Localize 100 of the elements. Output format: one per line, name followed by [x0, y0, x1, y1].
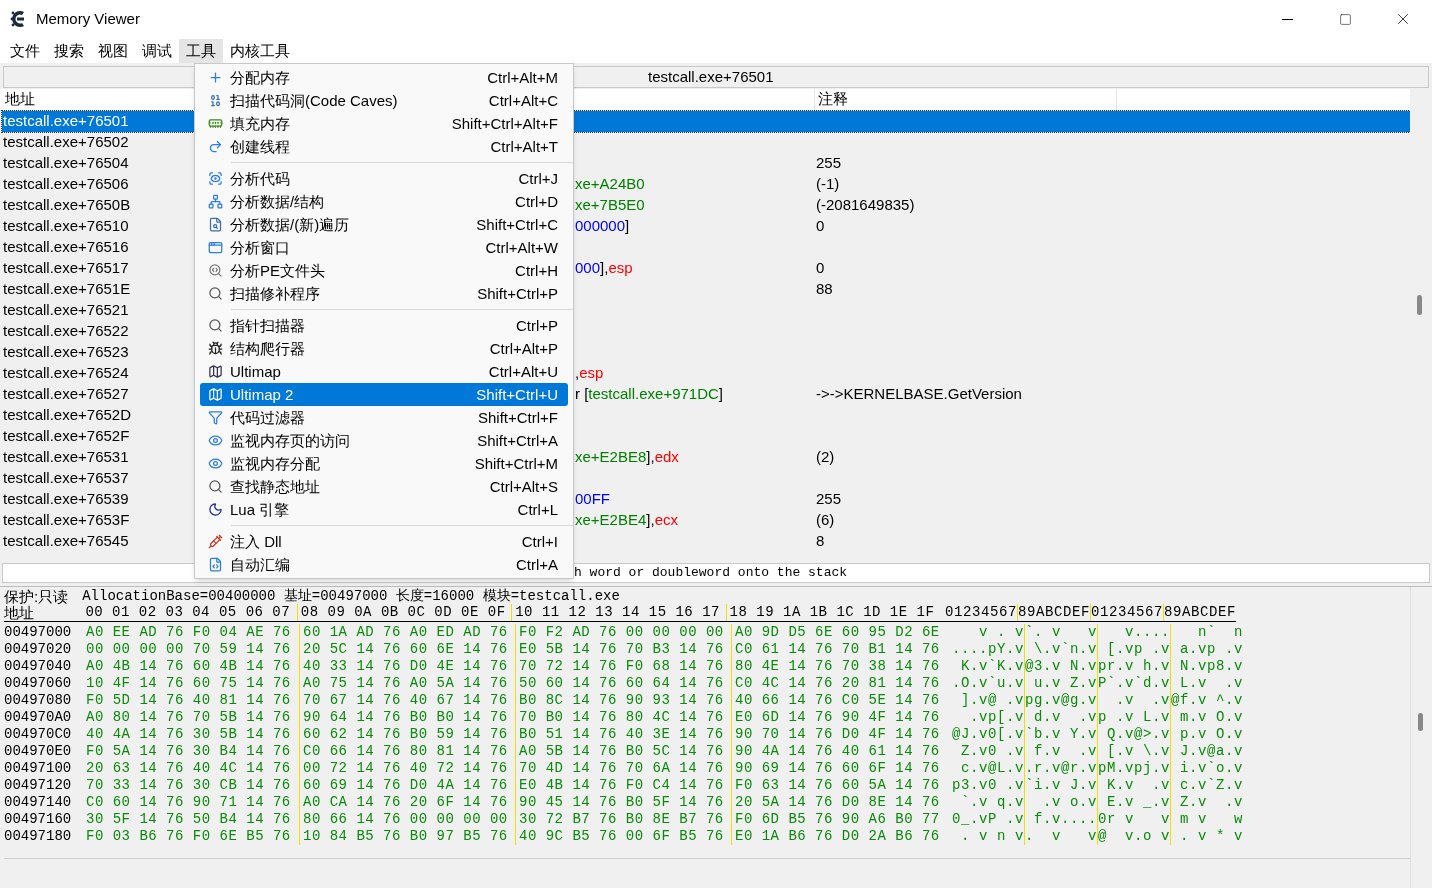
ascii-text: @ v.o v	[1097, 828, 1170, 845]
hex-address: 00497020	[4, 641, 73, 658]
address-cell[interactable]: testcall.exe+76521	[2, 300, 193, 321]
menu-option[interactable]: 分析代码 Ctrl+J	[200, 167, 568, 190]
hex-bytes: F0 63 14 76 60 5A 14 76	[731, 777, 947, 794]
hex-address: 00497120	[4, 777, 73, 794]
hex-bytes: 20 5A 14 76 D0 8E 14 76	[731, 794, 947, 811]
ascii-text: Z.v0 .v	[960, 743, 1024, 760]
hex-bytes: E0 5B 14 76 70 B3 14 76	[515, 641, 731, 658]
hex-bytes: 80 66 14 76 00 00 00 00	[299, 811, 515, 828]
menu-option[interactable]: 扫描修补程序 Shift+Ctrl+P	[200, 282, 568, 305]
hex-bytes: F0 03 B6 76 F0 6E B5 76	[85, 828, 292, 845]
hex-bytes: 40 9C B5 76 00 6F B5 76	[515, 828, 731, 845]
instruction-fragment: 00FF	[575, 489, 610, 510]
ascii-text: c.v@L.v	[960, 760, 1024, 777]
menu-option[interactable]: 创建线程 Ctrl+Alt+T	[200, 135, 568, 158]
menu-item[interactable]: 内核工具	[223, 39, 297, 63]
menu-option[interactable]: 分析PE文件头 Ctrl+H	[200, 259, 568, 282]
shortcut-label: Ctrl+Alt+P	[489, 341, 559, 356]
address-cell[interactable]: testcall.exe+7652F	[2, 426, 193, 447]
menu-item[interactable]: 调试	[135, 39, 179, 63]
address-cell[interactable]: testcall.exe+76537	[2, 468, 193, 489]
address-cell[interactable]: testcall.exe+76506	[2, 174, 193, 195]
hex-bytes: 60 62 14 76 B0 59 14 76	[299, 726, 515, 743]
curved-arrow-icon	[207, 139, 223, 154]
address-cell[interactable]: testcall.exe+76510	[2, 216, 193, 237]
ascii-text: .r.v@r.v	[1024, 760, 1097, 777]
menu-option[interactable]: 扫描代码洞(Code Caves) Ctrl+Alt+C	[200, 89, 568, 112]
menu-item[interactable]: 工具	[179, 39, 223, 63]
ascii-offset-header: 01234567	[1090, 604, 1163, 621]
address-cell[interactable]: testcall.exe+76527	[2, 384, 193, 405]
instruction-fragment: r [	[575, 384, 589, 405]
menu-item[interactable]: 文件	[3, 39, 47, 63]
comment-cell-text: 255	[816, 489, 842, 510]
ascii-text: f.v....	[1024, 811, 1097, 828]
instruction-fragment: esp	[608, 258, 633, 279]
address-cell[interactable]: testcall.exe+7653F	[2, 510, 193, 531]
address-cell[interactable]: testcall.exe+7650B	[2, 195, 193, 216]
hex-address: 00497000	[4, 624, 73, 641]
comment-cell-text: 0	[816, 258, 825, 279]
map-icon	[207, 387, 223, 402]
hex-bytes: A0 75 14 76 A0 5A 14 76	[299, 675, 515, 692]
hex-bytes: F0 F2 AD 76 00 00 00 00	[515, 624, 731, 641]
menu-option[interactable]: Ultimap Ctrl+Alt+U	[200, 360, 568, 383]
menu-option[interactable]: 代码过滤器 Shift+Ctrl+F	[200, 406, 568, 429]
ascii-text: .v .v	[1097, 692, 1170, 709]
address-cell[interactable]: testcall.exe+76545	[2, 531, 193, 552]
address-cell[interactable]: testcall.exe+76522	[2, 321, 193, 342]
address-cell[interactable]: testcall.exe+76516	[2, 237, 193, 258]
menu-option[interactable]: 分析数据/结构 Ctrl+D	[200, 190, 568, 213]
ascii-text: d.v .v	[1024, 709, 1097, 726]
menu-option[interactable]: Lua 引擎 Ctrl+L	[200, 498, 568, 521]
hex-address: 00497180	[4, 828, 73, 845]
shortcut-label: Shift+Ctrl+U	[476, 387, 559, 402]
ascii-text: 0_.vP .v	[951, 811, 1024, 828]
menu-option[interactable]: 填充内存 Shift+Ctrl+Alt+F	[200, 112, 568, 135]
ascii-text: Q.v@>.v	[1097, 726, 1170, 743]
scrollbar-thumb[interactable]	[1418, 713, 1423, 731]
ascii-text: ].v@ .v	[960, 692, 1024, 709]
menu-option[interactable]: 分配内存 Ctrl+Alt+M	[200, 66, 568, 89]
menu-option[interactable]: 指针扫描器 Ctrl+P	[200, 314, 568, 337]
address-cell[interactable]: testcall.exe+76539	[2, 489, 193, 510]
address-cell[interactable]: testcall.exe+76523	[2, 342, 193, 363]
instruction-fragment: esp	[579, 363, 604, 384]
address-cell[interactable]: testcall.exe+76504	[2, 153, 193, 174]
address-cell[interactable]: testcall.exe+76531	[2, 447, 193, 468]
menu-item[interactable]: 视图	[91, 39, 135, 63]
hex-bytes: 20 5C 14 76 60 6E 14 76	[299, 641, 515, 658]
ascii-text: K.v .v	[1097, 777, 1170, 794]
hex-bytes: 50 60 14 76 60 64 14 76	[515, 675, 731, 692]
address-cell[interactable]: testcall.exe+7651E	[2, 279, 193, 300]
shortcut-label: Ctrl+Alt+U	[488, 364, 559, 379]
menu-option[interactable]: 注入 Dll Ctrl+I	[200, 530, 568, 553]
shortcut-label: Shift+Ctrl+M	[474, 456, 559, 471]
shortcut-label: Ctrl+Alt+M	[487, 70, 559, 85]
scrollbar-thumb[interactable]	[1417, 295, 1422, 315]
menu-option[interactable]: 监视内存页的访问 Shift+Ctrl+A	[200, 429, 568, 452]
menu-option[interactable]: 结构爬行器 Ctrl+Alt+P	[200, 337, 568, 360]
menu-option[interactable]: 分析窗口 Ctrl+Alt+W	[200, 236, 568, 259]
map-icon	[207, 364, 223, 379]
hex-bytes: 70 67 14 76 40 67 14 76	[299, 692, 515, 709]
address-cell[interactable]: testcall.exe+7652D	[2, 405, 193, 426]
hex-bytes: F0 5D 14 76 40 81 14 76	[85, 692, 292, 709]
menu-option[interactable]: 监视内存分配 Shift+Ctrl+M	[200, 452, 568, 475]
shortcut-label: Ctrl+Alt+S	[489, 479, 559, 494]
shortcut-label: Shift+Ctrl+C	[476, 217, 559, 232]
hex-bytes: A0 EE AD 76 F0 04 AE 76	[85, 624, 292, 641]
ascii-text: K.v`K.v	[960, 658, 1024, 675]
menu-option[interactable]: 查找静态地址 Ctrl+Alt+S	[200, 475, 568, 498]
address-cell[interactable]: testcall.exe+76502	[2, 132, 193, 153]
address-cell[interactable]: testcall.exe+76501	[2, 111, 193, 132]
comment-cell-text: 8	[816, 531, 825, 552]
shortcut-label: Shift+Ctrl+Alt+F	[451, 116, 559, 131]
menu-option[interactable]: Ultimap 2 Shift+Ctrl+U	[200, 383, 568, 406]
menu-item[interactable]: 搜索	[47, 39, 91, 63]
address-cell[interactable]: testcall.exe+76524	[2, 363, 193, 384]
hex-bytes: B0 51 14 76 40 3E 14 76	[515, 726, 731, 743]
address-cell[interactable]: testcall.exe+76517	[2, 258, 193, 279]
menu-option[interactable]: 分析数据/(新)遍历 Shift+Ctrl+C	[200, 213, 568, 236]
instruction-fragment: ],	[646, 447, 655, 468]
